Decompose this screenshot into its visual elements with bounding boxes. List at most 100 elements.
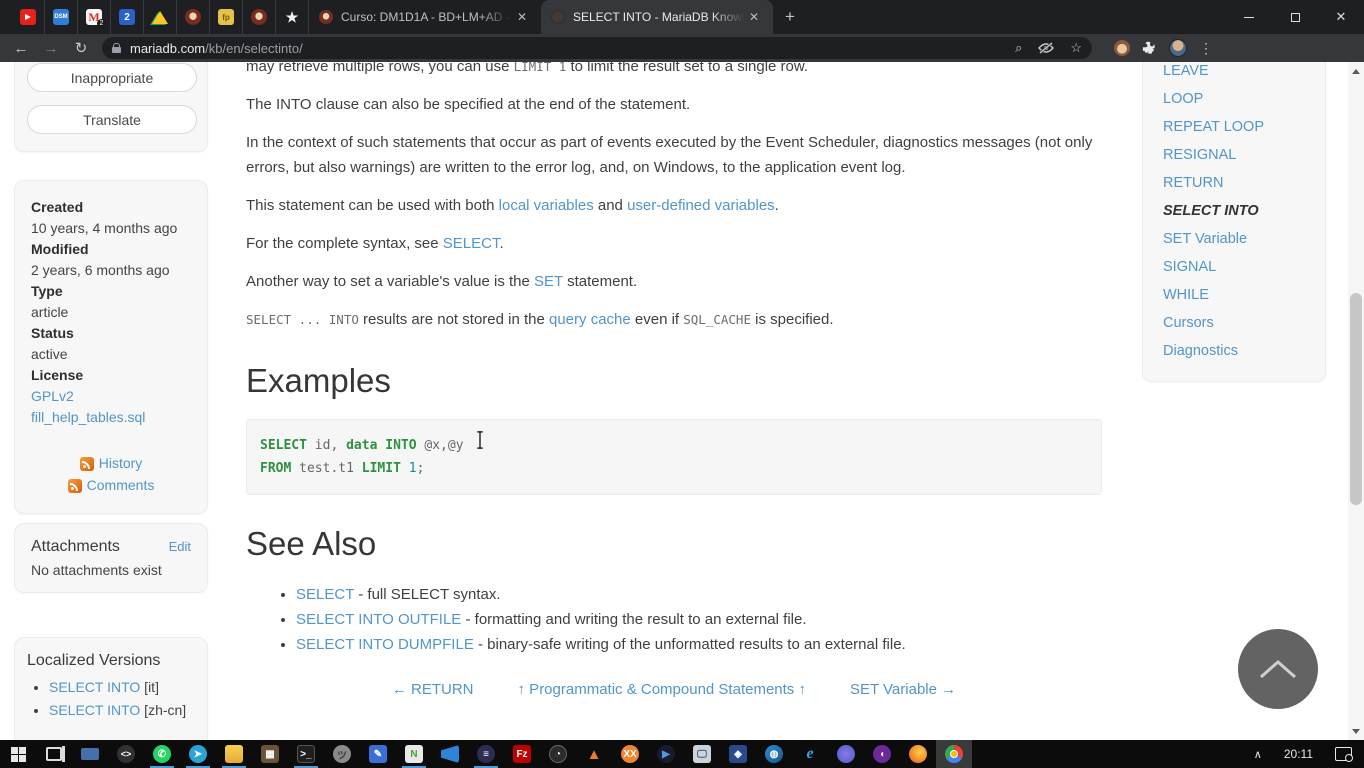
extensions-puzzle-icon[interactable]	[1142, 41, 1157, 56]
local-variables-link[interactable]: local variables	[499, 197, 594, 214]
pinned-tab-bookmarks[interactable]: ★	[276, 0, 309, 34]
close-button[interactable]: ✕	[1318, 0, 1364, 34]
browser-app-icon	[837, 745, 855, 763]
user-defined-variables-link[interactable]: user-defined variables	[627, 197, 775, 214]
scroll-up-arrow[interactable]	[1348, 64, 1364, 78]
pinned-tab-drive[interactable]	[144, 0, 177, 34]
bookmark-star-icon[interactable]: ☆	[1070, 40, 1082, 56]
taskbar-icon-audio-app[interactable]: ◖	[864, 740, 900, 768]
taskbar-icon-internet-explorer[interactable]: e	[792, 740, 828, 768]
touch-keyboard-button[interactable]	[72, 740, 108, 768]
taskbar-icon-editor-app[interactable]: ✎	[360, 740, 396, 768]
taskbar-icon-library-app[interactable]: ▦	[252, 740, 288, 768]
new-tab-button[interactable]: +	[773, 7, 807, 27]
taskbar-icon-whatsapp[interactable]: ✆	[144, 740, 180, 768]
taskbar-icon-browser-app[interactable]	[828, 740, 864, 768]
attachments-edit-link[interactable]: Edit	[169, 539, 191, 554]
taskbar-icon-firefox[interactable]	[900, 740, 936, 768]
action-center-icon[interactable]	[1335, 747, 1353, 762]
nav-item-diagnostics[interactable]: Diagnostics	[1163, 337, 1305, 365]
prev-article-link[interactable]: ← RETURN	[392, 681, 474, 698]
see-also-select-link[interactable]: SELECT	[296, 586, 354, 603]
chrome-menu-icon[interactable]: ⋮	[1199, 40, 1213, 57]
nav-item-set-variable[interactable]: SET Variable	[1163, 225, 1305, 253]
taskbar-icon-notepad-plus-plus[interactable]: N	[396, 740, 432, 768]
localized-it-link[interactable]: SELECT INTO	[49, 679, 140, 695]
taskbar-icon-virtualbox[interactable]: ◈	[720, 740, 756, 768]
scroll-down-arrow[interactable]	[1348, 724, 1364, 738]
taskbar-icon-xampp[interactable]: XX	[612, 740, 648, 768]
profile-avatar[interactable]	[1169, 39, 1187, 57]
task-view-button[interactable]	[36, 740, 72, 768]
taskbar-icon-media-player[interactable]: ▶	[648, 740, 684, 768]
nav-item-loop[interactable]: LOOP	[1163, 85, 1305, 113]
nav-item-while[interactable]: WHILE	[1163, 281, 1305, 309]
pinned-tab-calendar[interactable]: 2	[111, 0, 144, 34]
parent-category-link[interactable]: ↑ Programmatic & Compound Statements ↑	[518, 681, 806, 698]
code-line: SELECT id, data INTO @x,@y	[260, 438, 464, 453]
start-button[interactable]	[0, 740, 36, 768]
taskbar-icon-gimp[interactable]: ツ	[324, 740, 360, 768]
localized-zhcn-link[interactable]: SELECT INTO	[49, 702, 140, 718]
inappropriate-button[interactable]: Inappropriate	[27, 63, 197, 92]
clock[interactable]: 20:11	[1284, 747, 1313, 761]
calendar-icon: 2	[119, 9, 135, 25]
pinned-tab-fp[interactable]: fp	[210, 0, 243, 34]
nav-item-signal[interactable]: SIGNAL	[1163, 253, 1305, 281]
next-article-link[interactable]: SET Variable →	[850, 681, 956, 698]
taskbar-icon-chrome[interactable]	[936, 740, 972, 768]
tray-expand-icon[interactable]: ∧	[1254, 748, 1262, 761]
forward-button[interactable]: →	[36, 40, 66, 57]
pinned-tab-gmail[interactable]: M2	[78, 0, 111, 34]
comments-link[interactable]: Comments	[87, 475, 155, 496]
nav-item-cursors[interactable]: Cursors	[1163, 309, 1305, 337]
nav-item-leave[interactable]: LEAVE	[1163, 62, 1305, 85]
back-button[interactable]: ←	[6, 40, 36, 57]
pinned-tabs: DSM M2 2 fp ★	[0, 0, 309, 34]
tab-curso[interactable]: Curso: DM1D1A - BD+LM+AD - ... ✕	[309, 0, 541, 34]
taskbar-icon-filezilla[interactable]: Fz	[504, 740, 540, 768]
pinned-tab-youtube[interactable]	[12, 0, 45, 34]
pinned-tab-moodle-2[interactable]	[243, 0, 276, 34]
reload-button[interactable]: ↻	[66, 39, 96, 57]
page-scrollbar[interactable]	[1348, 62, 1364, 740]
tab-close-icon[interactable]: ✕	[513, 8, 531, 26]
taskbar-icon-file-explorer[interactable]	[216, 740, 252, 768]
taskbar-icon-eclipse[interactable]: ≡	[468, 740, 504, 768]
taskbar-icon-terminal[interactable]: >_	[288, 740, 324, 768]
back-to-top-button[interactable]	[1238, 629, 1318, 709]
taskbar-icon-obs[interactable]: ◔	[540, 740, 576, 768]
query-cache-link[interactable]: query cache	[549, 311, 631, 328]
nav-item-select-into-current: SELECT INTO	[1163, 203, 1259, 219]
taskbar-icon-screen-app[interactable]: 🖵	[684, 740, 720, 768]
nav-item-return[interactable]: RETURN	[1163, 169, 1305, 197]
select-link[interactable]: SELECT	[443, 235, 500, 252]
nav-item-repeat-loop[interactable]: REPEAT LOOP	[1163, 113, 1305, 141]
address-bar[interactable]: mariadb.com/kb/en/selectinto/ ⌕ ☆	[102, 37, 1092, 59]
taskbar-icon-dev-app[interactable]: <>	[108, 740, 144, 768]
tab-select-into[interactable]: SELECT INTO - MariaDB Knowled ✕	[541, 0, 773, 34]
set-link[interactable]: SET	[534, 273, 563, 290]
translate-button[interactable]: Translate	[27, 105, 197, 134]
taskbar-icon-vscode[interactable]	[432, 740, 468, 768]
fill-help-tables-link[interactable]: fill_help_tables.sql	[31, 409, 145, 425]
zoom-icon[interactable]: ⌕	[1015, 40, 1022, 56]
eye-hidden-icon[interactable]	[1038, 42, 1055, 54]
license-gplv2-link[interactable]: GPLv2	[31, 388, 74, 404]
pinned-tab-moodle[interactable]	[177, 0, 210, 34]
restore-button[interactable]	[1272, 0, 1318, 34]
history-link[interactable]: History	[99, 453, 143, 474]
minimize-button[interactable]	[1226, 0, 1272, 34]
taskbar-icon-globe-app[interactable]: ◍	[756, 740, 792, 768]
scrollbar-thumb[interactable]	[1350, 293, 1362, 505]
see-also-dumpfile-link[interactable]: SELECT INTO DUMPFILE	[296, 636, 474, 653]
taskbar-icon-vlc[interactable]: ▲	[576, 740, 612, 768]
tampermonkey-extension-icon[interactable]	[1114, 40, 1130, 56]
nav-item-resignal[interactable]: RESIGNAL	[1163, 141, 1305, 169]
info-label: Created	[31, 199, 84, 215]
pinned-tab-dsm[interactable]: DSM	[45, 0, 78, 34]
tab-close-icon[interactable]: ✕	[745, 8, 763, 26]
see-also-outfile-link[interactable]: SELECT INTO OUTFILE	[296, 611, 461, 628]
tab-title: Curso: DM1D1A - BD+LM+AD - ...	[341, 10, 513, 24]
taskbar-icon-telegram[interactable]: ➤	[180, 740, 216, 768]
